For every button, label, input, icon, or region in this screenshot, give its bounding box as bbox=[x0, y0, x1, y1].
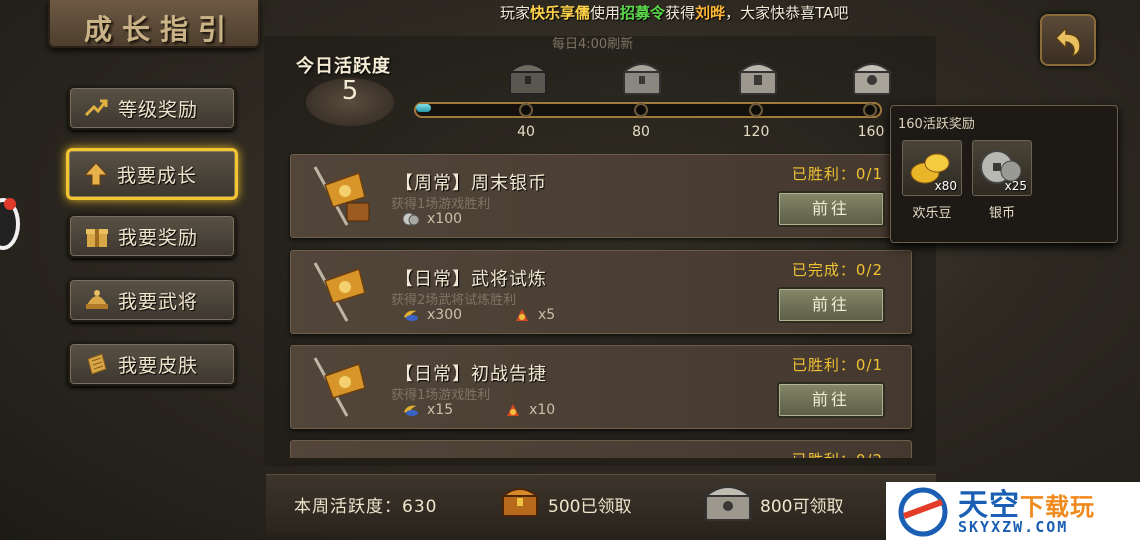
task-title: 【日常】武将试炼 bbox=[395, 269, 547, 290]
milestone-value: 80 bbox=[632, 124, 650, 140]
chest-160-icon[interactable] bbox=[850, 56, 894, 98]
weekly-chest-800-label: 800可领取 bbox=[760, 497, 844, 517]
banner-flag-icon bbox=[313, 357, 366, 417]
chest-120-icon[interactable] bbox=[736, 56, 780, 98]
task-card: 【周常】周末银币 获得1场游戏胜利 x100 已胜利：0/1 前往 bbox=[290, 154, 912, 238]
broadcast-marquee: 玩家快乐享儒使用招募令获得刘晔，大家快恭喜TA吧 bbox=[500, 2, 848, 23]
back-arrow-icon bbox=[1054, 26, 1081, 58]
marquee-item: 招募令 bbox=[620, 4, 666, 22]
marquee-text: 玩家 bbox=[500, 4, 531, 22]
reward-count: x15 bbox=[427, 402, 454, 418]
notification-dot bbox=[4, 198, 16, 210]
milestone-value: 40 bbox=[517, 124, 535, 140]
task-card: 已胜利：0/2 bbox=[290, 440, 912, 458]
milestone-dot bbox=[749, 103, 763, 117]
activity-progress-bar bbox=[414, 102, 882, 118]
banner-flag-icon bbox=[313, 262, 366, 322]
tooltip-title: 160活跃奖励 bbox=[898, 117, 975, 132]
task-desc: 获得1场游戏胜利 bbox=[391, 197, 491, 212]
nav-label: 我要奖励 bbox=[118, 226, 199, 249]
general-helmet-icon bbox=[84, 287, 110, 313]
marquee-player: 快乐享儒 bbox=[530, 4, 591, 22]
marquee-text: 使用 bbox=[590, 4, 621, 22]
milestone-value: 160 bbox=[857, 124, 885, 140]
nav-grow[interactable]: 我要成长 bbox=[66, 148, 238, 200]
task-rewards: x100 bbox=[401, 211, 462, 227]
activity-value: 5 bbox=[341, 76, 359, 106]
task-status: 已胜利：0/2 bbox=[792, 449, 883, 458]
reset-note: 每日4:00刷新 bbox=[552, 37, 634, 52]
watermark-url: SKYXZW.COM bbox=[958, 518, 1069, 536]
nav-general[interactable]: 我要武将 bbox=[68, 278, 236, 322]
activity-progress-fill bbox=[416, 104, 431, 112]
nav-skin[interactable]: 我要皮肤 bbox=[68, 342, 236, 386]
task-card: 【日常】初战告捷 获得1场游戏胜利 x15 x10 已胜利：0/1 前往 bbox=[290, 345, 912, 429]
reward-count: x100 bbox=[427, 211, 463, 227]
weekly-chest-800-icon[interactable] bbox=[700, 476, 756, 526]
marquee-text: ，大家快恭喜TA吧 bbox=[725, 4, 849, 22]
weekly-chest-500-label: 500已领取 bbox=[548, 497, 632, 517]
silver-coin-icon bbox=[402, 212, 420, 226]
task-card-partial: 已胜利：0/2 bbox=[290, 436, 912, 458]
gold-bean-icon bbox=[404, 310, 418, 321]
activity-label: 今日活跃度 bbox=[296, 56, 391, 77]
weekly-activity-label: 本周活跃度：630 bbox=[294, 497, 438, 517]
reward-count: x5 bbox=[538, 307, 556, 323]
skin-scroll-icon bbox=[84, 351, 110, 377]
chest-40-icon[interactable] bbox=[506, 56, 550, 98]
reward-count: x300 bbox=[427, 307, 463, 323]
back-button[interactable] bbox=[1040, 14, 1096, 66]
tooltip-item-count: x25 bbox=[1004, 179, 1027, 193]
chest-80-icon[interactable] bbox=[620, 56, 664, 98]
nav-label: 我要武将 bbox=[118, 290, 199, 313]
watermark-title-b: 下载玩 bbox=[1020, 493, 1095, 521]
nav-label: 我要成长 bbox=[117, 164, 198, 187]
nav-label: 等级奖励 bbox=[118, 98, 199, 121]
tooltip-item-name: 银币 bbox=[988, 206, 1015, 221]
task-status: 已胜利：0/1 bbox=[791, 356, 883, 374]
page-title: 成长指引 bbox=[84, 13, 237, 46]
task-status: 已完成：0/2 bbox=[791, 261, 883, 279]
tooltip-item: x80 bbox=[902, 140, 962, 196]
watermark-logo bbox=[898, 487, 948, 537]
milestone-dot bbox=[634, 103, 648, 117]
gift-box-icon bbox=[84, 223, 110, 249]
marquee-hero: 刘晔 bbox=[695, 4, 726, 22]
fire-token-icon bbox=[516, 309, 529, 321]
weekly-chest-500-icon[interactable] bbox=[500, 480, 540, 520]
task-title: 【周常】周末银币 bbox=[395, 173, 547, 194]
tooltip-item-name: 欢乐豆 bbox=[912, 206, 952, 221]
nav-level-reward[interactable]: 等级奖励 bbox=[68, 86, 236, 130]
milestone-dot bbox=[519, 103, 533, 117]
nav-reward[interactable]: 我要奖励 bbox=[68, 214, 236, 258]
task-status: 已胜利：0/1 bbox=[791, 165, 883, 183]
task-rewards: x300 x5 bbox=[401, 307, 555, 323]
gold-bean-icon bbox=[404, 405, 418, 416]
tooltip-item: x25 bbox=[972, 140, 1032, 196]
task-title: 【日常】初战告捷 bbox=[395, 364, 547, 385]
task-desc: 获得1场游戏胜利 bbox=[391, 388, 491, 403]
task-desc: 获得2场武将试炼胜利 bbox=[391, 293, 517, 308]
task-rewards: x15 x10 bbox=[401, 402, 555, 418]
task-card: 【日常】武将试炼 获得2场武将试炼胜利 x300 x5 已完成：0/2 前往 bbox=[290, 250, 912, 334]
banner-flag-icon bbox=[313, 166, 370, 226]
go-button[interactable]: 前往 bbox=[777, 287, 885, 323]
milestone-value: 120 bbox=[742, 124, 770, 140]
reward-count: x10 bbox=[529, 402, 556, 418]
up-arrow-icon bbox=[83, 161, 109, 187]
nav-label: 我要皮肤 bbox=[118, 354, 199, 377]
marquee-text: 获得 bbox=[665, 4, 696, 22]
tooltip-item-count: x80 bbox=[934, 179, 957, 193]
level-up-arrow-icon bbox=[84, 95, 110, 121]
milestone-dot bbox=[863, 103, 877, 117]
go-button[interactable]: 前往 bbox=[777, 191, 885, 227]
go-button[interactable]: 前往 bbox=[777, 382, 885, 418]
fire-token-icon bbox=[507, 404, 520, 416]
